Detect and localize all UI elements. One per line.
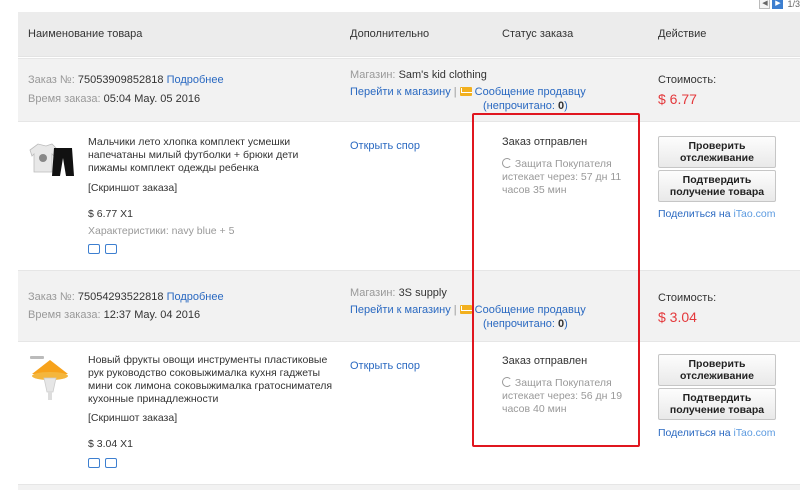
unread-close: ) [564,100,568,112]
share-brand: iTao.com [733,427,776,439]
order-number: 75053909852818 [77,74,164,86]
cost-label: Стоимость: [658,292,717,304]
order-number-line: Заказ №: 75053909852818 Подробнее [28,74,224,86]
order-summary: Заказ №: 75053909852818 Подробнее Время … [18,58,800,122]
go-to-store-link[interactable]: Перейти к магазину [350,304,451,316]
order-time-line: Время заказа: 12:37 May. 04 2016 [28,309,200,321]
order-number-label: Заказ №: [28,74,75,86]
unread-close: ) [564,318,568,330]
order-time-label: Время заказа: [28,93,101,105]
shipping-icon[interactable] [88,458,100,468]
cost-value: $ 3.04 [658,309,697,325]
order-snapshot-link[interactable]: [Скриншот заказа] [88,182,177,194]
buyer-protection: Защита Покупателя истекает через: 57 дн … [502,158,632,197]
order-number: 75054293522818 [77,291,164,303]
message-seller-link[interactable]: Сообщение продавцу [475,304,586,316]
share-prefix: Поделиться на [658,208,731,220]
order-details-link[interactable]: Подробнее [167,74,224,86]
col-action-header: Действие [658,28,707,40]
unread-label: (непрочитано: [483,100,555,112]
store-label: Магазин: [350,69,396,81]
store-name: Sam's kid clothing [398,69,487,81]
confirm-receipt-button[interactable]: Подтвердить получение товара [658,170,776,202]
next-page-button[interactable]: ▶ [772,0,784,9]
order-details-link[interactable]: Подробнее [167,291,224,303]
order-number-line: Заказ №: 75054293522818 Подробнее [28,291,224,303]
order-item: Новый фрукты овощи инструменты пластиков… [18,342,800,490]
cost-value: $ 6.77 [658,91,697,107]
product-thumbnail-pajamas[interactable] [26,140,82,180]
store-name: 3S supply [398,287,447,299]
order-status: Заказ отправлен [502,136,588,148]
order-status: Заказ отправлен [502,355,588,367]
store-label: Магазин: [350,287,396,299]
orders-table-header: Наименование товара Дополнительно Статус… [18,12,800,57]
order-summary: Заказ №: 75054293522818 Подробнее Время … [18,270,800,342]
order-time: 05:04 May. 05 2016 [103,93,201,105]
pagination: ◀ ▶ 1/3 [759,0,800,10]
store-actions: Перейти к магазину | Сообщение продавцу [350,304,586,316]
store-line: Магазин: Sam's kid clothing [350,69,487,81]
price-quantity: $ 3.04 X1 [88,438,133,450]
col-extra-header: Дополнительно [350,28,430,40]
check-tracking-button[interactable]: Проверить отслеживание [658,136,776,168]
share-line[interactable]: Поделиться на iTao.com [658,427,775,439]
unread-count-line[interactable]: (непрочитано: 0) [483,100,568,112]
order-time-label: Время заказа: [28,309,101,321]
order-item: Мальчики лето хлопка комплект усмешки на… [18,122,800,270]
store-line: Магазин: 3S supply [350,287,447,299]
unread-count-line[interactable]: (непрочитано: 0) [483,318,568,330]
store-actions: Перейти к магазину | Сообщение продавцу [350,86,586,98]
buyer-protection-icon [502,158,512,168]
mail-icon [459,87,472,96]
buyer-protection: Защита Покупателя истекает через: 56 дн … [502,377,632,416]
check-tracking-button[interactable]: Проверить отслеживание [658,354,776,386]
buyer-protection-text: Защита Покупателя истекает через: 57 дн … [502,158,622,196]
confirm-receipt-button[interactable]: Подтвердить получение товара [658,388,776,420]
order-snapshot-link[interactable]: [Скриншот заказа] [88,412,177,424]
order-time-line: Время заказа: 05:04 May. 05 2016 [28,93,200,105]
prev-page-button[interactable]: ◀ [759,0,771,9]
open-dispute-link[interactable]: Открыть спор [350,360,420,372]
price-quantity: $ 6.77 X1 [88,208,133,220]
item-icons [88,244,117,254]
buyer-protection-text: Защита Покупателя истекает через: 56 дн … [502,377,623,415]
share-brand: iTao.com [733,208,776,220]
cost-label: Стоимость: [658,74,717,86]
mail-icon [459,305,472,314]
buyer-protection-icon [502,377,512,387]
order-time: 12:37 May. 04 2016 [103,309,201,321]
message-seller-link[interactable]: Сообщение продавцу [475,86,586,98]
product-title[interactable]: Мальчики лето хлопка комплект усмешки на… [88,136,328,175]
invoice-icon[interactable] [105,244,117,254]
separator: | [453,86,457,98]
col-status-header: Статус заказа [502,28,574,40]
product-attributes: Характеристики: navy blue + 5 [88,225,235,237]
col-product-header: Наименование товара [28,28,143,40]
page-indicator: 1/3 [787,0,800,9]
product-thumbnail-juicer[interactable] [28,354,72,404]
share-line[interactable]: Поделиться на iTao.com [658,208,775,220]
product-title[interactable]: Новый фрукты овощи инструменты пластиков… [88,354,340,406]
go-to-store-link[interactable]: Перейти к магазину [350,86,451,98]
separator: | [453,304,457,316]
shipping-icon[interactable] [88,244,100,254]
share-prefix: Поделиться на [658,427,731,439]
unread-label: (непрочитано: [483,318,555,330]
next-order-divider [18,484,800,490]
invoice-icon[interactable] [105,458,117,468]
item-icons [88,458,117,468]
order-number-label: Заказ №: [28,291,75,303]
open-dispute-link[interactable]: Открыть спор [350,140,420,152]
